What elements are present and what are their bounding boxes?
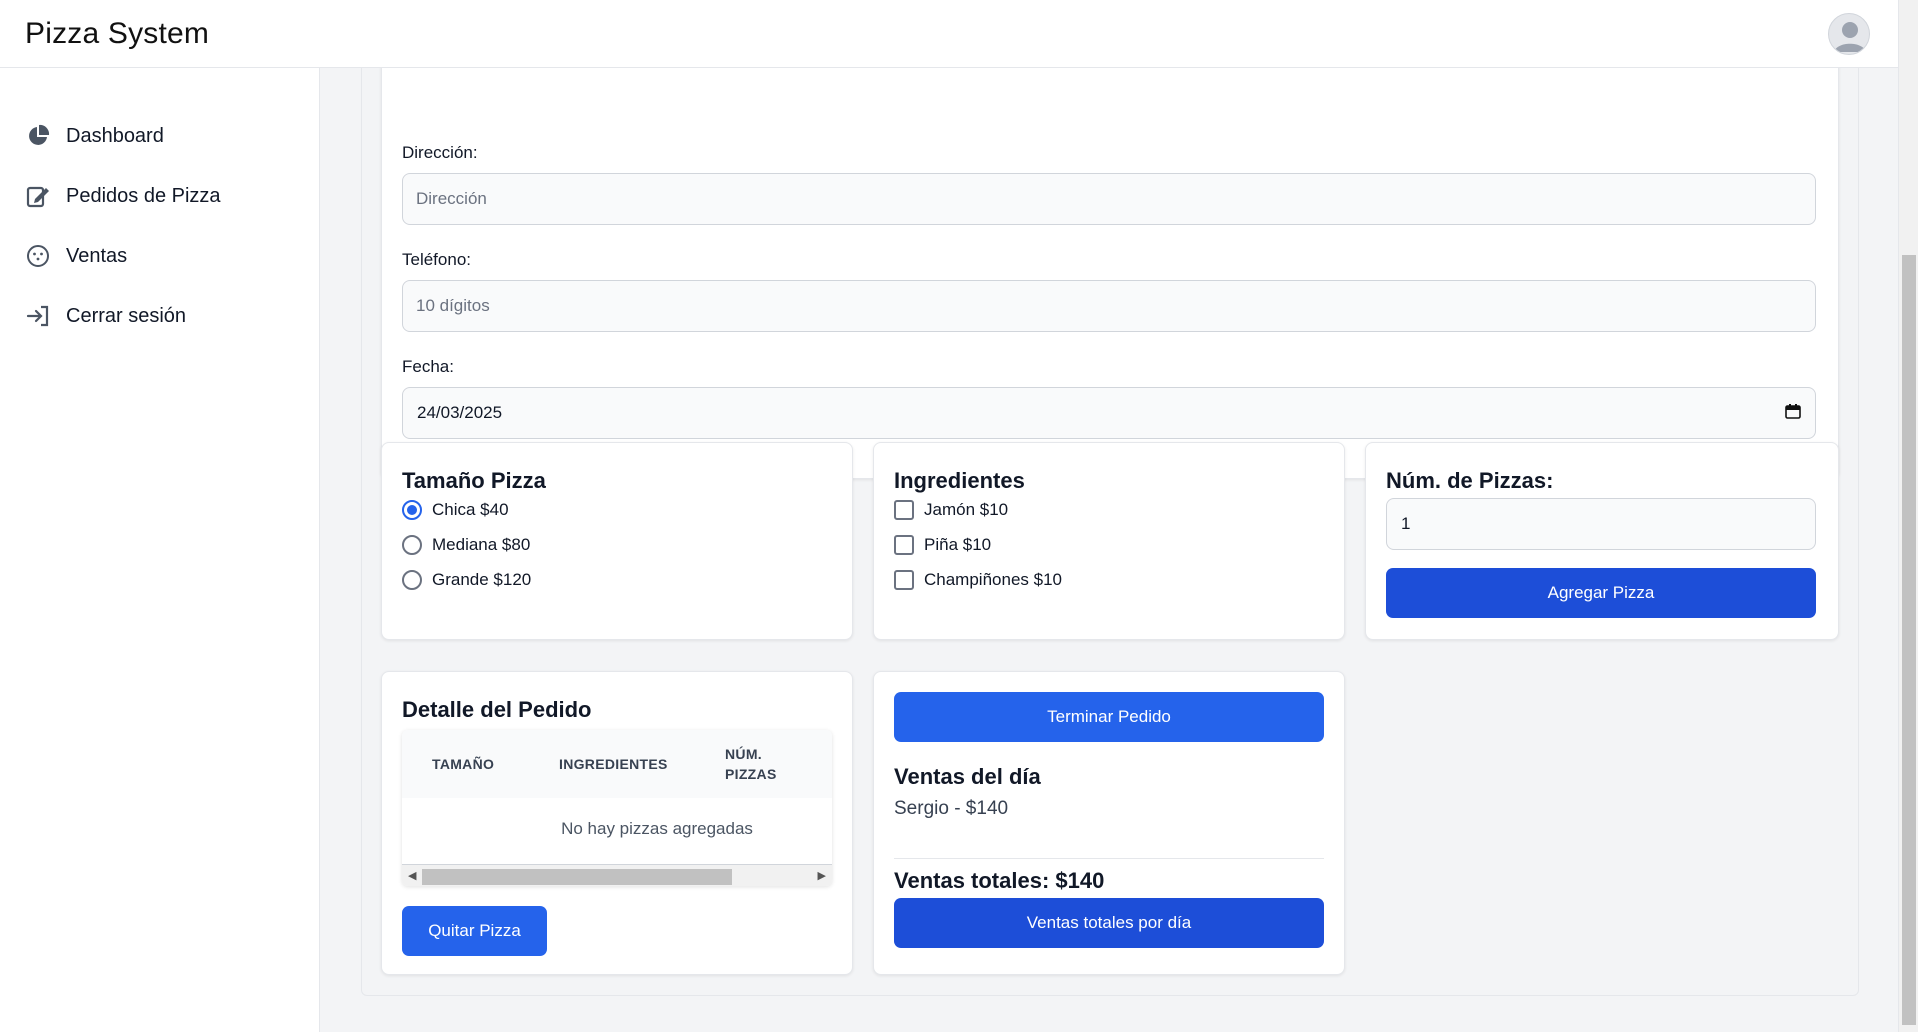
sidebar-item-label: Dashboard (66, 124, 164, 147)
calendar-icon[interactable] (1785, 403, 1801, 424)
logout-icon (25, 303, 51, 329)
scroll-left-icon[interactable]: ◀ (408, 870, 416, 882)
size-option-chica[interactable]: Chica $40 (402, 498, 509, 522)
phone-label: Teléfono: (402, 250, 471, 269)
size-option-grande[interactable]: Grande $120 (402, 568, 531, 592)
ingredient-label: Champiñones $10 (924, 570, 1062, 589)
ingredients-card: Ingredientes Jamón $10 Piña $10 Champiño… (873, 442, 1345, 640)
main-content: Dirección: Teléfono: Fecha: 24/03/2025 T… (320, 48, 1898, 1032)
divider (894, 858, 1324, 859)
app-title: Pizza System (25, 16, 210, 50)
sidebar-item-cerrar-sesion[interactable]: Cerrar sesión (0, 286, 319, 346)
checkbox[interactable] (894, 535, 914, 555)
ingredient-label: Piña $10 (924, 535, 992, 554)
ingredient-label: Jamón $10 (924, 500, 1009, 519)
address-label: Dirección: (402, 143, 478, 162)
pizza-quantity-title: Núm. de Pizzas: (1386, 468, 1554, 493)
radio-button[interactable] (402, 570, 422, 590)
page-scrollbar-thumb[interactable] (1902, 255, 1916, 1025)
column-header-pizzas: PIZZAS (725, 766, 777, 782)
daily-sales-title: Ventas del día (894, 764, 1041, 789)
radio-button[interactable] (402, 500, 422, 520)
column-header-tamano: TAMAÑO (432, 756, 495, 772)
user-avatar-icon[interactable] (1828, 12, 1870, 55)
size-option-label: Grande $120 (432, 570, 532, 589)
sidebar-item-label: Pedidos de Pizza (66, 184, 221, 207)
sales-card: Terminar Pedido Ventas del día Sergio - … (873, 671, 1345, 975)
ingredient-option-pina[interactable]: Piña $10 (894, 533, 991, 557)
column-header-ingredientes: INGREDIENTES (559, 756, 668, 772)
pizza-quantity-input[interactable]: 1 (1386, 498, 1816, 550)
size-option-label: Mediana $80 (432, 535, 531, 554)
horizontal-scrollbar[interactable]: ◀ ▶ (402, 864, 832, 886)
address-input[interactable] (402, 173, 1816, 225)
sidebar: Dashboard Pedidos de Pizza Ventas Cerrar… (0, 68, 320, 1032)
pie-chart-icon (25, 123, 51, 149)
pizza-size-card: Tamaño Pizza Chica $40 Mediana $80 Grand… (381, 442, 853, 640)
sidebar-item-pedidos[interactable]: Pedidos de Pizza (0, 166, 319, 226)
add-pizza-button[interactable]: Agregar Pizza (1386, 568, 1816, 618)
scroll-right-icon[interactable]: ▶ (818, 870, 826, 882)
pizza-size-title: Tamaño Pizza (402, 468, 546, 493)
scrollbar-thumb[interactable] (422, 869, 732, 885)
daily-sale-entry: Sergio - $140 (894, 798, 1009, 819)
date-value: 24/03/2025 (417, 403, 503, 422)
size-option-mediana[interactable]: Mediana $80 (402, 533, 530, 557)
customer-form-card: Dirección: Teléfono: Fecha: 24/03/2025 (381, 48, 1839, 479)
order-detail-table: TAMAÑO INGREDIENTES NÚM. PIZZAS No hay p… (402, 730, 832, 886)
checkbox[interactable] (894, 500, 914, 520)
empty-table-message: No hay pizzas agregadas (561, 819, 753, 838)
order-detail-title: Detalle del Pedido (402, 697, 592, 722)
column-header-num: NÚM. (725, 746, 762, 762)
sidebar-item-ventas[interactable]: Ventas (0, 226, 319, 286)
checkbox[interactable] (894, 570, 914, 590)
ingredient-option-champinones[interactable]: Champiñones $10 (894, 568, 1062, 592)
total-sales-text: Ventas totales: $140 (894, 868, 1105, 893)
order-detail-card: Detalle del Pedido TAMAÑO INGREDIENTES N… (381, 671, 853, 975)
sidebar-item-label: Ventas (66, 244, 128, 267)
ingredient-option-jamon[interactable]: Jamón $10 (894, 498, 1008, 522)
ingredients-title: Ingredientes (894, 468, 1025, 493)
date-input[interactable]: 24/03/2025 (402, 387, 1816, 439)
edit-document-icon (25, 183, 51, 209)
table-header: TAMAÑO INGREDIENTES NÚM. PIZZAS (402, 730, 832, 798)
finish-order-button[interactable]: Terminar Pedido (894, 692, 1324, 742)
top-header: Pizza System (0, 0, 1898, 68)
daily-totals-button[interactable]: Ventas totales por día (894, 898, 1324, 948)
remove-pizza-button[interactable]: Quitar Pizza (402, 906, 547, 956)
date-label: Fecha: (402, 357, 454, 376)
phone-input[interactable] (402, 280, 1816, 332)
page-scrollbar[interactable] (1898, 0, 1918, 1032)
size-option-label: Chica $40 (432, 500, 509, 519)
radio-button[interactable] (402, 535, 422, 555)
pizza-quantity-card: Núm. de Pizzas: 1 Agregar Pizza (1365, 442, 1839, 640)
sidebar-item-label: Cerrar sesión (66, 304, 187, 327)
sidebar-item-dashboard[interactable]: Dashboard (0, 106, 319, 166)
smile-icon (25, 243, 51, 269)
